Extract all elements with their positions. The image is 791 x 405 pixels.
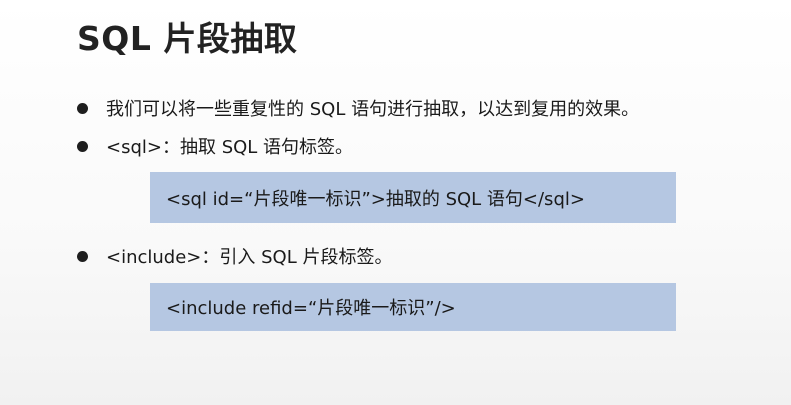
bullet-text: 我们可以将一些重复性的 SQL 语句进行抽取，以达到复用的效果。 — [106, 99, 640, 120]
bullet-item-include-tag: <include>：引入 SQL 片段标签。 — [77, 243, 392, 269]
bullet-text: <sql>：抽取 SQL 语句标签。 — [106, 137, 354, 158]
code-example-include: <include refid=“片段唯一标识”/> — [150, 283, 676, 331]
bullet-item-purpose: 我们可以将一些重复性的 SQL 语句进行抽取，以达到复用的效果。 — [77, 95, 639, 121]
code-example-sql: <sql id=“片段唯一标识”>抽取的 SQL 语句</sql> — [150, 172, 676, 223]
bullet-dot-icon — [77, 140, 88, 152]
bullet-dot-icon — [77, 102, 88, 114]
bullet-text: <include>：引入 SQL 片段标签。 — [106, 247, 393, 268]
bullet-dot-icon — [77, 250, 88, 262]
bullet-item-sql-tag: <sql>：抽取 SQL 语句标签。 — [77, 133, 353, 159]
slide-title: SQL 片段抽取 — [77, 19, 298, 58]
